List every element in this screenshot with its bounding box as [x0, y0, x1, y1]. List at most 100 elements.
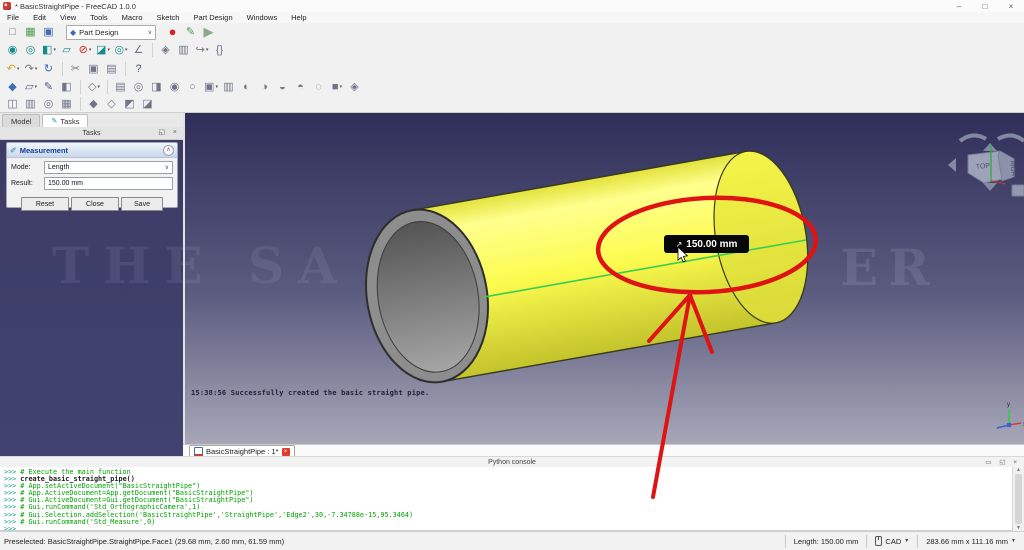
zoom-tools-icon[interactable]: ◎▾: [113, 42, 129, 58]
collapse-icon[interactable]: ∧: [163, 145, 174, 156]
zoom-fit-all-icon[interactable]: ◉: [5, 42, 21, 58]
tasks-panel-title: Tasks: [83, 130, 101, 137]
export-icon[interactable]: ↪▾: [194, 42, 210, 58]
scroll-thumb[interactable]: [1015, 474, 1022, 524]
groove-icon[interactable]: ◑: [257, 79, 273, 95]
measure-arrow-icon: ↗: [676, 240, 683, 249]
measurement-tooltip: ↗ 150.00 mm: [664, 235, 749, 253]
menu-item[interactable]: Windows: [240, 13, 284, 22]
create-sketch-icon[interactable]: ▱▾: [23, 79, 39, 95]
dimensions-status[interactable]: 283.66 mm x 111.16 mm ▼: [917, 535, 1024, 548]
document-tab-label: BasicStraightPipe : 1*: [206, 447, 279, 456]
group-icon[interactable]: ▥: [176, 42, 192, 58]
menu-item[interactable]: Macro: [115, 13, 150, 22]
view-isometric-icon[interactable]: ◪▾: [95, 42, 111, 58]
measurement-value: 150.00 mm: [686, 239, 737, 250]
window-title: * BasicStraightPipe - FreeCAD 1.0.0: [15, 2, 136, 11]
tab-close-icon[interactable]: ×: [282, 448, 290, 456]
scroll-up-icon[interactable]: ▲: [1016, 467, 1021, 473]
additive-primitive-icon[interactable]: ▣▾: [203, 79, 219, 95]
tab-model[interactable]: Model: [2, 114, 40, 127]
cut-icon[interactable]: ✂: [68, 61, 84, 77]
hole-icon[interactable]: ◐: [239, 79, 255, 95]
thickness-icon[interactable]: ◪: [140, 96, 156, 112]
edit-sketch-icon[interactable]: ✎: [41, 79, 57, 95]
mode-select[interactable]: Length ∨: [44, 161, 173, 174]
subtractive-primitive-icon[interactable]: ■▾: [329, 79, 345, 95]
polar-pattern-icon[interactable]: ◎: [41, 96, 57, 112]
maximize-button[interactable]: □: [972, 0, 998, 12]
pocket-icon[interactable]: ▥: [221, 79, 237, 95]
subtractive-loft-icon[interactable]: ◒: [275, 79, 291, 95]
fillet-icon[interactable]: ◆: [86, 96, 102, 112]
linear-pattern-icon[interactable]: ▥: [23, 96, 39, 112]
whats-this-icon[interactable]: ?: [131, 61, 147, 77]
refresh-icon[interactable]: ↻: [41, 61, 57, 77]
redo-icon[interactable]: ↷▾: [23, 61, 39, 77]
mini-cube-icon[interactable]: [1012, 185, 1024, 196]
macro-edit-icon[interactable]: ✎: [183, 24, 199, 40]
navigation-stop-icon[interactable]: ⊘▾: [77, 42, 93, 58]
panel-window-icons[interactable]: ◱ ×: [158, 128, 180, 136]
tasks-panel-header: Tasks ◱ ×: [0, 127, 183, 140]
chevron-down-icon: ▼: [1011, 538, 1016, 544]
additive-loft-icon[interactable]: ◨: [149, 79, 165, 95]
result-field[interactable]: 150.00 mm: [44, 177, 173, 190]
multitransform-icon[interactable]: ▦: [59, 96, 75, 112]
toolbar-separator: [152, 43, 153, 57]
revolution-icon[interactable]: ◎: [131, 79, 147, 95]
close-dialog-button[interactable]: Close: [71, 197, 119, 211]
menu-item[interactable]: View: [53, 13, 83, 22]
pad-icon[interactable]: ▤: [113, 79, 129, 95]
console-scrollbar[interactable]: ▲ ▼: [1012, 467, 1024, 531]
console-window-icons[interactable]: ▭ ◱ ×: [985, 458, 1020, 466]
toolbar-separator: [107, 80, 108, 94]
additive-helix-icon[interactable]: ○: [185, 79, 201, 95]
subtractive-pipe-icon[interactable]: ◓: [293, 79, 309, 95]
toolbar-separator: [80, 97, 81, 111]
minimize-button[interactable]: –: [946, 0, 972, 12]
macro-record-icon[interactable]: ●: [165, 24, 181, 40]
save-button[interactable]: Save: [121, 197, 163, 211]
measurement-dialog-header[interactable]: ✐ Measurement ∧: [7, 143, 177, 158]
new-document-icon[interactable]: □: [5, 24, 21, 40]
partdesign-extra-icon[interactable]: ◈: [347, 79, 363, 95]
status-bar: Preselected: BasicStraightPipe.StraightP…: [0, 531, 1024, 550]
menu-item[interactable]: Part Design: [186, 13, 239, 22]
paste-icon[interactable]: ▤: [104, 61, 120, 77]
expression-icon[interactable]: {}: [212, 42, 228, 58]
box-selection-icon[interactable]: ▱: [59, 42, 75, 58]
subtractive-helix-icon[interactable]: ◌: [311, 79, 327, 95]
draft-icon[interactable]: ◩: [122, 96, 138, 112]
measure-icon[interactable]: ∠: [131, 42, 147, 58]
map-sketch-icon[interactable]: ◧: [59, 79, 75, 95]
datum-icon[interactable]: ◇▾: [86, 79, 102, 95]
draw-style-icon[interactable]: ◧▾: [41, 42, 57, 58]
menu-item[interactable]: Edit: [26, 13, 53, 22]
tab-tasks[interactable]: ✎ Tasks: [42, 114, 88, 127]
open-document-icon[interactable]: ▦: [23, 24, 39, 40]
create-body-icon[interactable]: ◆: [5, 79, 21, 95]
additive-pipe-icon[interactable]: ◉: [167, 79, 183, 95]
workbench-selector[interactable]: ◆ Part Design ∨: [66, 25, 156, 40]
reset-button[interactable]: Reset: [21, 197, 69, 211]
copy-icon[interactable]: ▣: [86, 61, 102, 77]
navigation-style-selector[interactable]: CAD ▼: [866, 535, 917, 548]
freecad-logo-icon: [3, 2, 11, 10]
save-document-icon[interactable]: ▣: [41, 24, 57, 40]
python-console-title: Python console: [488, 459, 536, 466]
make-link-icon[interactable]: ◈: [158, 42, 174, 58]
menu-item[interactable]: Tools: [83, 13, 115, 22]
menu-item[interactable]: Help: [284, 13, 313, 22]
menu-item[interactable]: File: [0, 13, 26, 22]
menu-item[interactable]: Sketch: [150, 13, 187, 22]
close-button[interactable]: ×: [998, 0, 1024, 12]
document-icon: [194, 447, 203, 457]
zoom-selection-icon[interactable]: ◎: [23, 42, 39, 58]
chamfer-icon[interactable]: ◇: [104, 96, 120, 112]
macro-play-icon[interactable]: ▶: [201, 24, 217, 40]
mirrored-icon[interactable]: ◫: [5, 96, 21, 112]
undo-icon[interactable]: ↶▾: [5, 61, 21, 77]
toolbar-view: ◉◎◧▾▱⊘▾◪▾◎▾∠ ◈▥↪▾{}: [0, 41, 1024, 59]
python-console[interactable]: >>># Execute the main function >>>create…: [0, 467, 1024, 531]
